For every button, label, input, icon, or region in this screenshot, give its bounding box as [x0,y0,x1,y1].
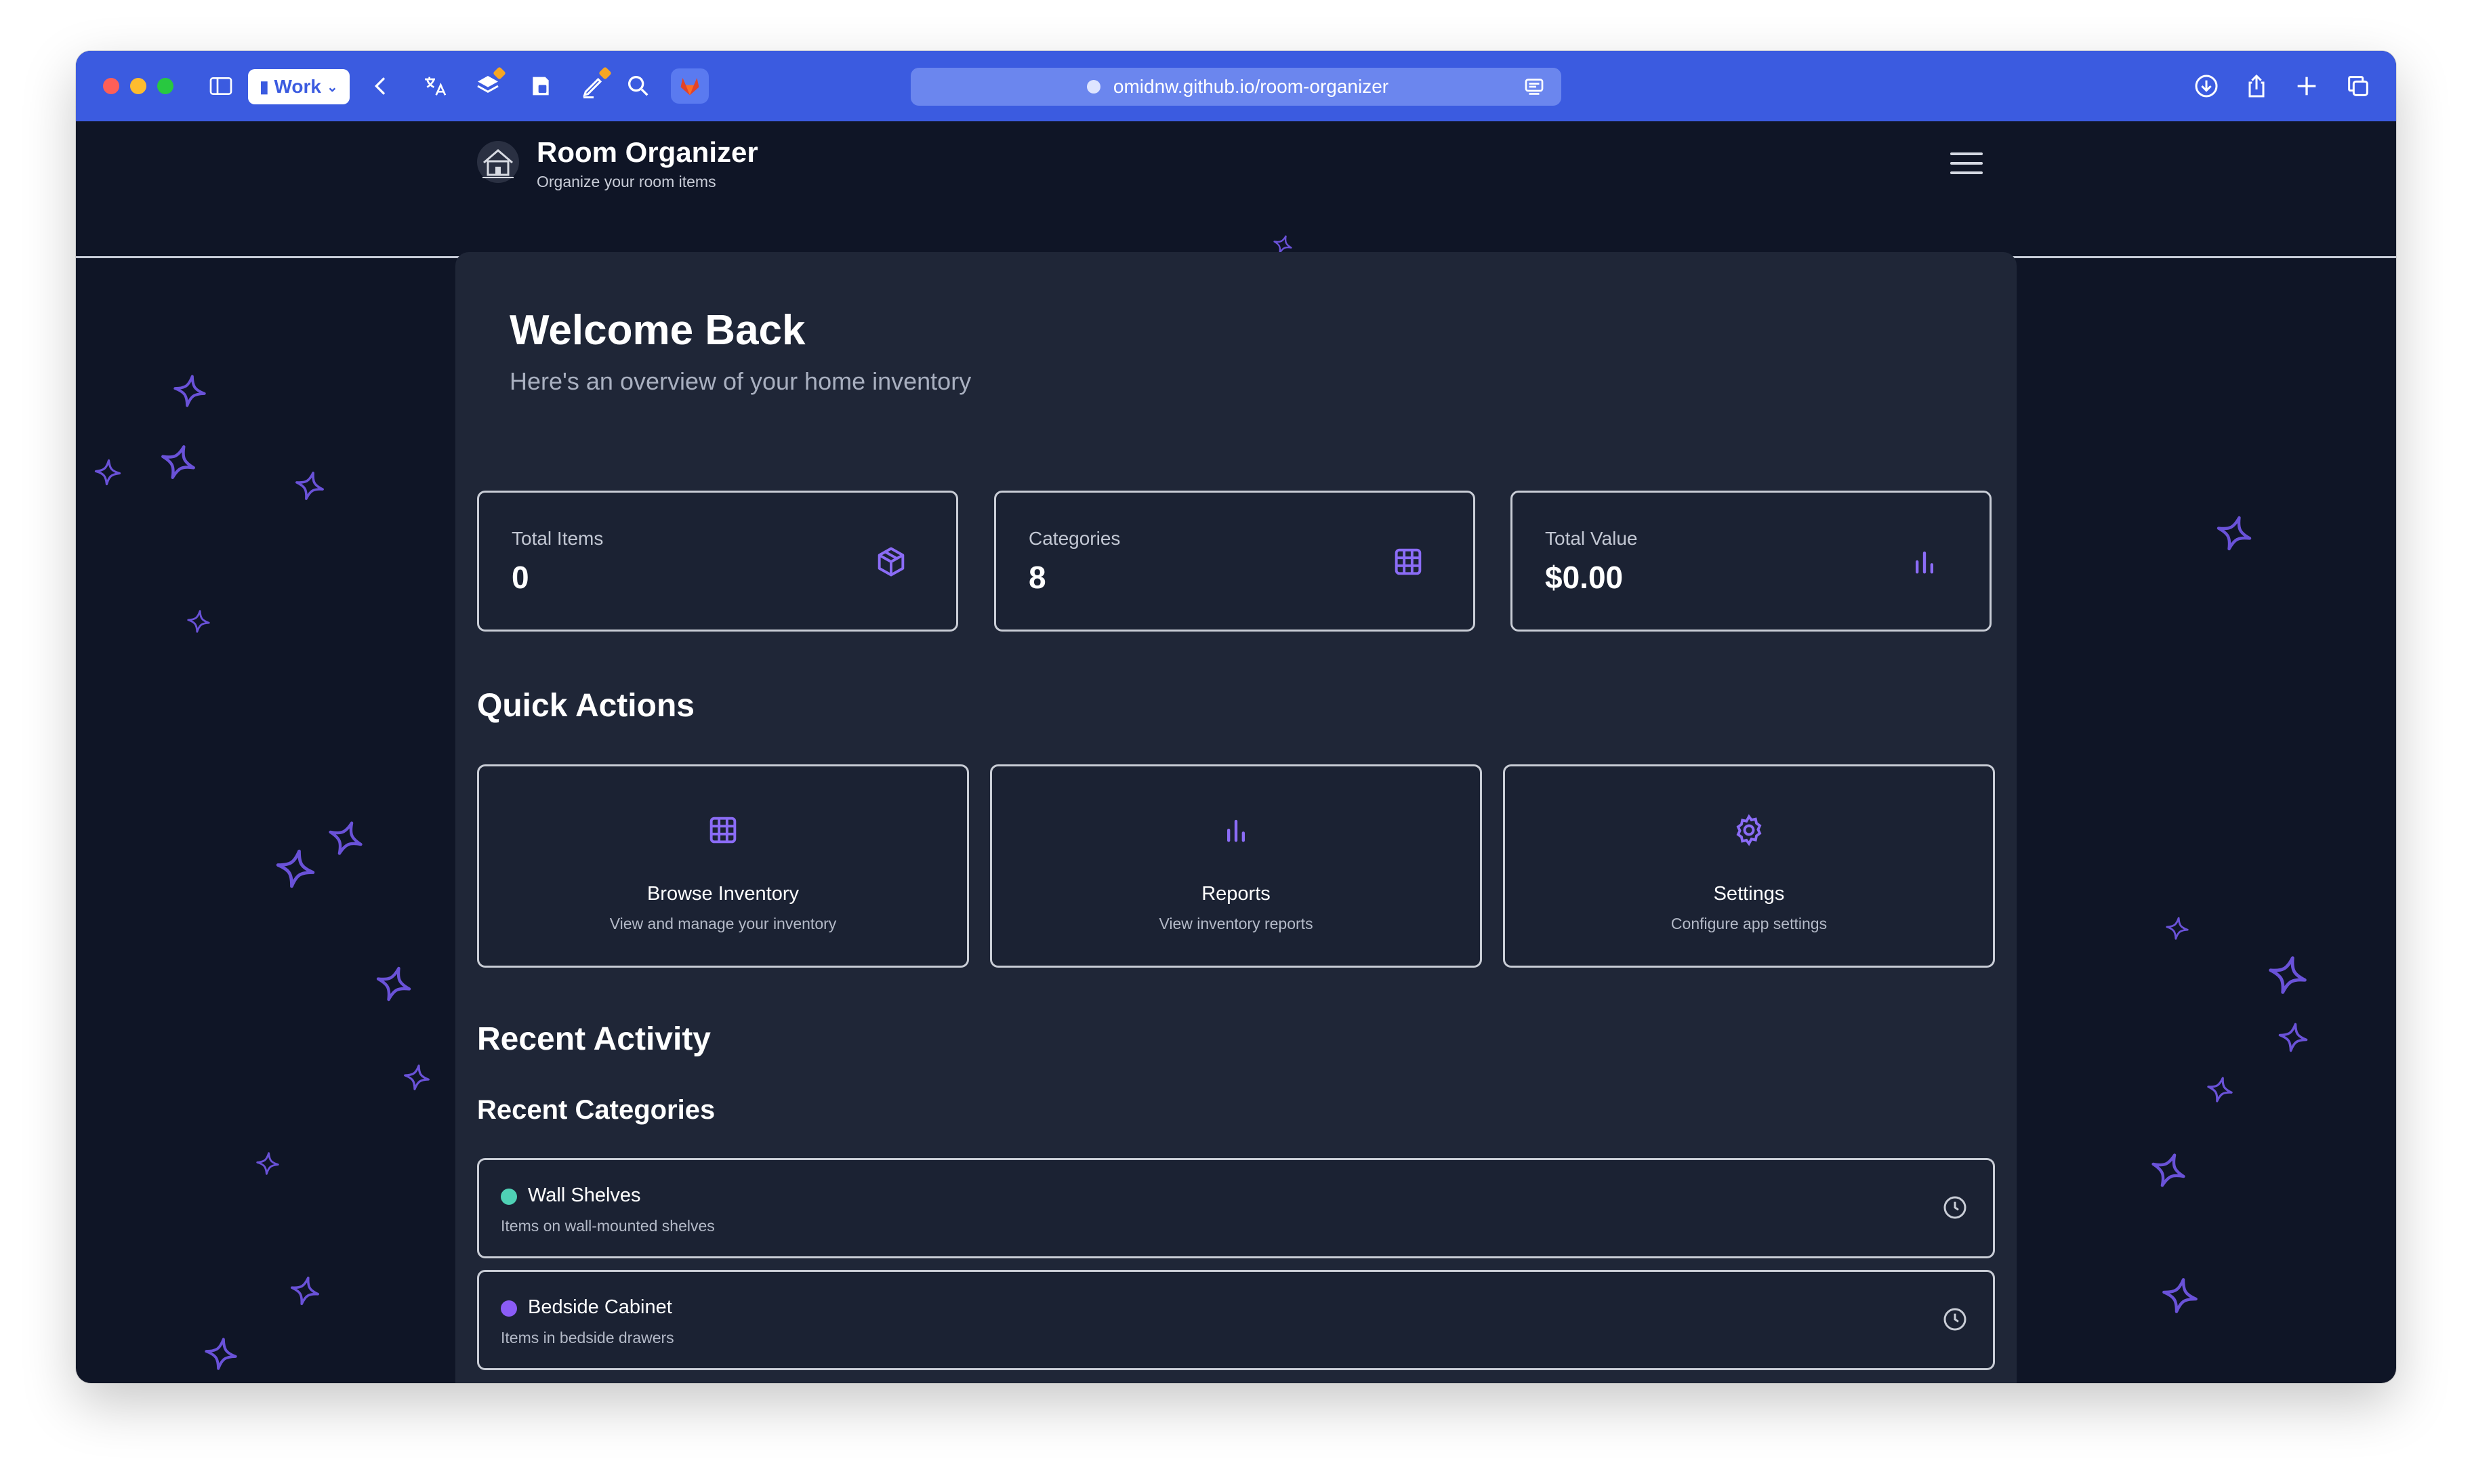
grid-icon [1395,548,1422,575]
sidebar-toggle-icon[interactable] [205,70,237,102]
recent-categories-title: Recent Categories [477,1095,716,1125]
stat-label: Total Items [512,528,604,549]
welcome-title: Welcome Back [510,307,806,354]
zoom-window-button[interactable] [157,78,173,94]
reports-button[interactable]: Reports View inventory reports [990,764,1482,968]
share-icon[interactable] [2240,70,2273,102]
category-name: Bedside Cabinet [528,1296,672,1318]
url-text: omidnw.github.io/room-organizer [1113,76,1389,97]
browse-inventory-button[interactable]: Browse Inventory View and manage your in… [477,764,969,968]
profile-switcher[interactable]: ▮ Work ⌄ [248,69,350,104]
stat-value: 0 [512,560,529,595]
house-logo-icon[interactable] [476,140,520,184]
recent-activity-title: Recent Activity [477,1021,711,1057]
pen-extension-icon[interactable] [577,66,612,102]
new-tab-icon[interactable] [2290,70,2323,102]
hamburger-menu-icon[interactable] [1950,152,1983,180]
quick-action-title: Reports [1201,883,1271,905]
grid-icon [709,817,737,844]
quick-action-description: View and manage your inventory [609,915,837,932]
stat-value: $0.00 [1545,560,1624,595]
bar-chart-icon [1916,551,1933,574]
quick-action-description: Configure app settings [1670,915,1828,932]
search-icon[interactable] [622,70,655,102]
stat-label: Categories [1029,528,1121,549]
gitlab-extension-icon[interactable] [671,68,709,104]
profile-label: Work [274,76,321,97]
category-color-dot [501,1300,517,1317]
quick-actions-title: Quick Actions [477,688,695,724]
site-icon [1086,80,1100,94]
gear-icon [1736,814,1762,846]
welcome-subtitle: Here's an overview of your home inventor… [510,367,972,395]
reader-mode-icon[interactable] [1522,75,1546,104]
browser-window: ▮ Work ⌄ omidnw.github.io/room-organizer… [76,51,2396,1383]
category-item-bedside-cabinet[interactable]: Bedside Cabinet Items in bedside drawers [477,1270,1995,1370]
downloads-icon[interactable] [2190,70,2223,102]
category-item-wall-shelves[interactable]: Wall Shelves Items on wall-mounted shelv… [477,1158,1995,1258]
app-title[interactable]: Room Organizer [537,136,758,169]
browser-toolbar: ▮ Work ⌄ omidnw.github.io/room-organizer [76,51,2396,121]
stat-card-total-value: Total Value $0.00 [1510,491,1992,632]
cube-icon [878,547,905,577]
settings-button[interactable]: Settings Configure app settings [1503,764,1995,968]
dashboard-card: Welcome Back Here's an overview of your … [455,252,2017,1383]
stat-card-total-items: Total Items 0 [477,491,958,632]
bar-chart-icon [1227,819,1245,842]
stat-label: Total Value [1545,528,1638,549]
translate-icon[interactable] [419,70,451,102]
back-icon[interactable] [365,70,397,102]
shield-extension-icon[interactable] [524,70,557,102]
profile-icon: ▮ [260,77,269,96]
quick-action-description: View inventory reports [1159,915,1313,932]
clock-icon [1943,1196,1966,1219]
quick-action-title: Browse Inventory [646,883,800,905]
category-description: Items on wall-mounted shelves [501,1217,715,1235]
stat-value: 8 [1029,560,1046,595]
category-description: Items in bedside drawers [501,1329,674,1346]
stat-card-categories: Categories 8 [994,491,1475,632]
layers-extension-icon[interactable] [472,66,506,102]
close-window-button[interactable] [103,78,119,94]
clock-icon [1943,1308,1966,1331]
category-color-dot [501,1189,517,1205]
category-name: Wall Shelves [528,1184,641,1206]
chevron-down-icon: ⌄ [326,79,338,95]
address-bar[interactable]: omidnw.github.io/room-organizer [911,68,1561,106]
minimize-window-button[interactable] [130,78,146,94]
tab-overview-icon[interactable] [2342,70,2374,102]
quick-action-title: Settings [1713,883,1785,905]
